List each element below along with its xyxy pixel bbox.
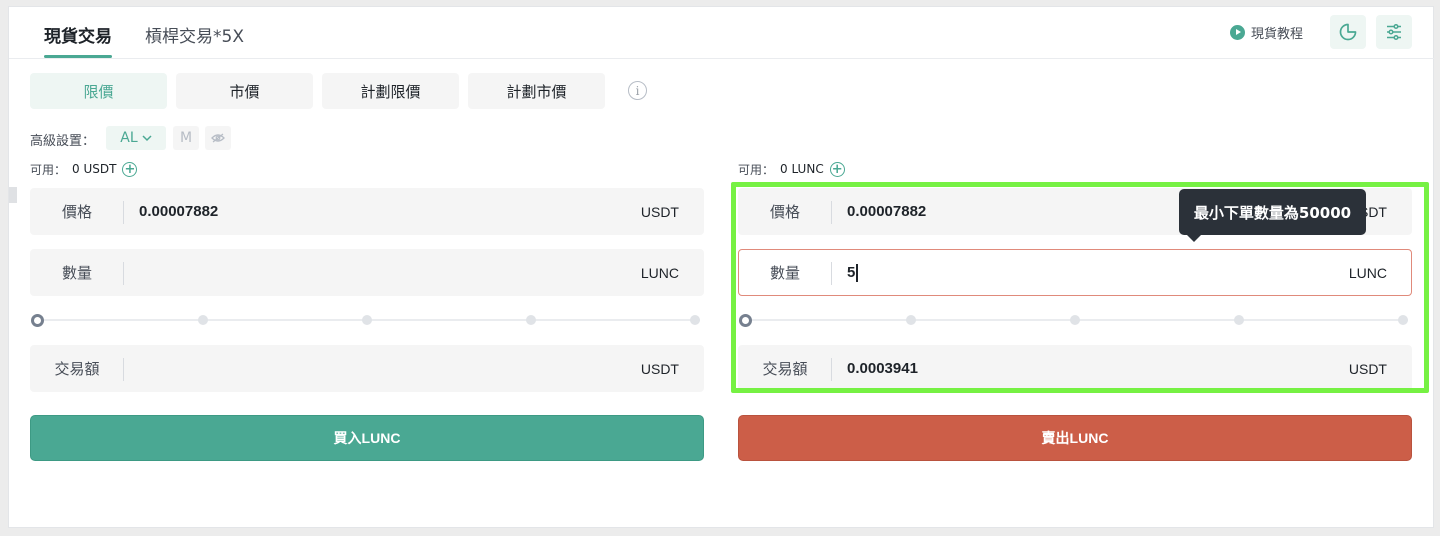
sliders-icon — [1387, 23, 1401, 41]
sell-total-value: 0.0003941 — [847, 360, 918, 377]
slider-step-100[interactable] — [1398, 315, 1408, 325]
slider-step-100[interactable] — [690, 315, 700, 325]
buy-total-unit: USDT — [640, 360, 679, 377]
slider-step-25[interactable] — [906, 315, 916, 325]
buy-amount-unit: LUNC — [640, 264, 679, 281]
sell-button[interactable]: 賣出LUNC — [738, 415, 1412, 461]
sell-available: 可用： 0 LUNC + — [738, 160, 845, 178]
sell-price-label: 價格 — [769, 203, 800, 221]
order-type-market[interactable]: 市價 — [176, 73, 313, 109]
sell-price-value: 0.00007882 — [847, 203, 927, 220]
advanced-settings-label: 高級設置： — [30, 134, 96, 149]
slider-step-25[interactable] — [198, 315, 208, 325]
buy-button[interactable]: 買入LUNC — [30, 415, 704, 461]
tab-margin-trading[interactable]: 槓桿交易*5X — [145, 22, 244, 58]
sell-amount-unit: LUNC — [1348, 264, 1387, 281]
buy-price-unit: USDT — [640, 203, 679, 220]
chevron-down-icon — [142, 134, 152, 141]
settings-button[interactable] — [1376, 15, 1412, 49]
spot-tutorial-link[interactable]: 現貨教程 — [1230, 23, 1304, 42]
sell-total-label: 交易額 — [762, 360, 808, 378]
sell-amount-value: 5 — [847, 264, 856, 281]
order-type-plan-market[interactable]: 計劃市價 — [468, 73, 605, 109]
buy-total-label: 交易額 — [54, 360, 100, 378]
sell-amount-label: 數量 — [769, 264, 800, 282]
slider-handle[interactable] — [31, 314, 44, 327]
text-cursor — [856, 263, 858, 282]
advanced-al-label: AL — [120, 130, 138, 146]
buy-price-field[interactable]: 價格 0.00007882 USDT — [30, 188, 704, 235]
buy-amount-field[interactable]: 數量 LUNC — [30, 249, 704, 296]
spot-tutorial-label: 現貨教程 — [1251, 26, 1304, 42]
advanced-al-dropdown[interactable]: AL — [106, 126, 166, 150]
info-icon[interactable]: i — [628, 81, 647, 100]
buy-amount-label: 數量 — [61, 264, 92, 282]
slider-step-50[interactable] — [1070, 315, 1080, 325]
chart-button[interactable] — [1330, 15, 1366, 49]
header-divider — [9, 58, 1434, 59]
sell-amount-slider[interactable] — [738, 313, 1412, 327]
panel-edge-handle — [9, 187, 17, 203]
sell-amount-field[interactable]: 數量 5 LUNC — [738, 249, 1412, 296]
sell-total-unit: USDT — [1348, 360, 1387, 377]
hidden-order-toggle[interactable] — [205, 126, 231, 150]
buy-price-label: 價格 — [61, 203, 92, 221]
slider-step-75[interactable] — [1234, 315, 1244, 325]
sell-available-value: 0 LUNC — [780, 162, 824, 176]
pie-chart-icon — [1339, 23, 1357, 41]
buy-price-value: 0.00007882 — [139, 203, 219, 220]
min-quantity-tooltip: 最小下單數量為50000 — [1179, 189, 1366, 242]
add-funds-icon[interactable]: + — [122, 161, 138, 177]
slider-step-75[interactable] — [526, 315, 536, 325]
add-funds-icon[interactable]: + — [829, 161, 845, 177]
sell-amount-input[interactable]: 5 — [847, 250, 858, 295]
buy-available-label: 可用： — [30, 162, 67, 177]
order-type-plan-limit[interactable]: 計劃限價 — [322, 73, 459, 109]
slider-handle[interactable] — [739, 314, 752, 327]
buy-total-field[interactable]: 交易額 USDT — [30, 345, 704, 392]
order-type-limit[interactable]: 限價 — [30, 73, 167, 109]
buy-amount-slider[interactable] — [30, 313, 704, 327]
slider-step-50[interactable] — [362, 315, 372, 325]
buy-available-value: 0 USDT — [72, 162, 117, 176]
tab-spot-trading[interactable]: 現貨交易 — [44, 22, 112, 58]
sell-total-field[interactable]: 交易額 0.0003941 USDT — [738, 345, 1412, 392]
advanced-m-option[interactable]: M — [173, 126, 199, 150]
play-circle-icon — [1230, 24, 1245, 40]
sell-available-label: 可用： — [738, 162, 775, 177]
eye-icon — [211, 133, 225, 143]
buy-available: 可用： 0 USDT + — [30, 160, 138, 178]
